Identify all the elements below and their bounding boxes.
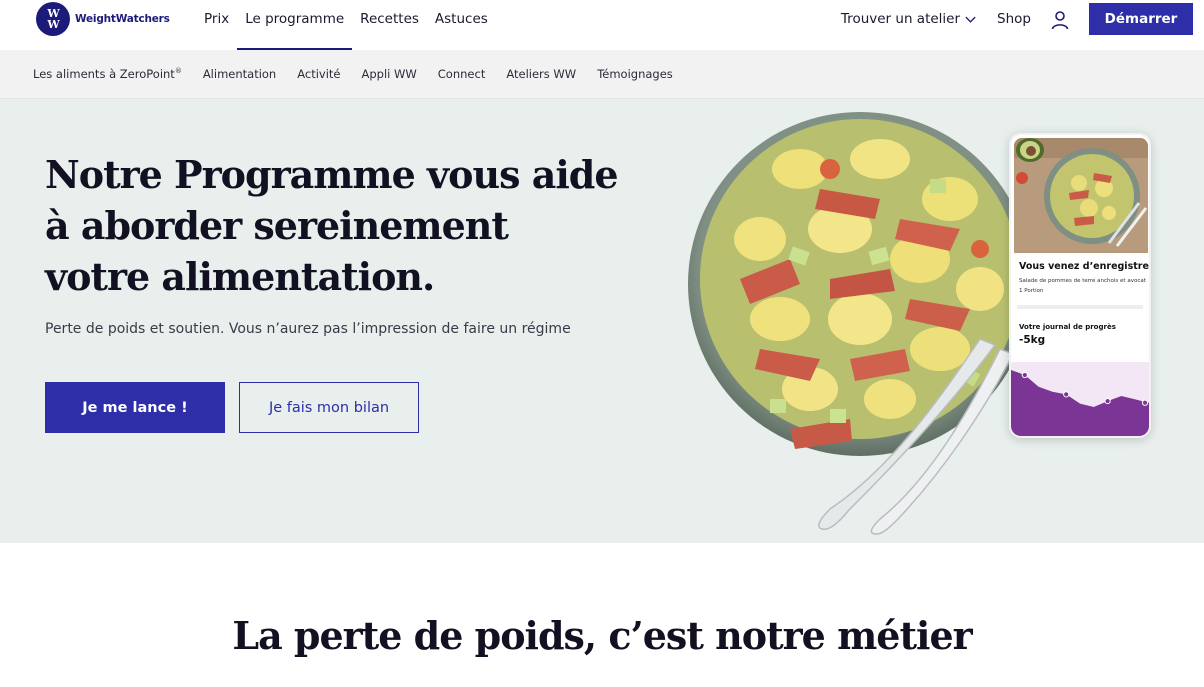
top-navigation: WW WeightWatchers Prix Le programme Rece… xyxy=(0,0,1204,50)
ww-logo-icon: WW xyxy=(36,2,70,36)
progress-point xyxy=(1063,391,1070,398)
section-title: La perte de poids, c’est notre métier xyxy=(232,613,972,658)
subnav-item-zeropoint[interactable]: Les aliments à ZeroPoint® xyxy=(33,67,182,81)
subnav-item-temoignages[interactable]: Témoignages xyxy=(597,67,673,81)
weightwatchers-logo[interactable]: WW WeightWatchers xyxy=(36,2,170,36)
subnav-item-appli-ww[interactable]: Appli WW xyxy=(362,67,417,81)
start-button[interactable]: Démarrer xyxy=(1089,3,1193,35)
nav-item-astuces[interactable]: Astuces xyxy=(427,0,496,50)
primary-nav: Prix Le programme Recettes Astuces xyxy=(196,0,496,50)
nav-item-recettes[interactable]: Recettes xyxy=(352,0,427,50)
progress-journal-label: Votre journal de progrès xyxy=(1019,323,1116,331)
subnav-item-activite[interactable]: Activité xyxy=(297,67,340,81)
subnav-item-alimentation[interactable]: Alimentation xyxy=(203,67,276,81)
brand-name: WeightWatchers xyxy=(75,13,170,25)
utility-nav: Trouver un atelier Shop Démarrer xyxy=(841,0,1204,50)
assessment-button[interactable]: Je fais mon bilan xyxy=(239,382,419,433)
nav-item-le-programme[interactable]: Le programme xyxy=(237,0,353,50)
subnav-item-connect[interactable]: Connect xyxy=(438,67,486,81)
get-started-button[interactable]: Je me lance ! xyxy=(45,382,225,433)
weight-progress-chart xyxy=(1011,362,1149,436)
hero-subtitle: Perte de poids et soutien. Vous n’aurez … xyxy=(45,321,571,337)
hero-title: Notre Programme vous aide à aborder sere… xyxy=(45,152,619,299)
find-workshop-label: Trouver un atelier xyxy=(840,11,961,27)
logged-meal-name: Salade de pommes de terre anchois et avo… xyxy=(1019,278,1146,284)
nav-item-prix[interactable]: Prix xyxy=(196,0,237,50)
shop-link[interactable]: Shop xyxy=(997,11,1031,27)
progress-journal-value: -5kg xyxy=(1019,334,1046,346)
progress-point xyxy=(1104,397,1111,405)
salad-bowl-image xyxy=(688,112,1032,535)
app-phone-mockup: Vous venez d’enregistrer Salade de pomme… xyxy=(1009,133,1151,438)
progress-point xyxy=(1141,399,1149,406)
find-workshop-dropdown[interactable]: Trouver un atelier xyxy=(841,11,977,27)
subnav-item-ateliers-ww[interactable]: Ateliers WW xyxy=(506,67,576,81)
progress-point xyxy=(1021,371,1028,379)
card-divider xyxy=(1017,305,1143,309)
logged-meal-title: Vous venez d’enregistrer xyxy=(1019,261,1151,272)
user-icon[interactable] xyxy=(1051,10,1069,30)
hero-section: Notre Programme vous aide à aborder sere… xyxy=(0,99,1204,543)
meal-photo xyxy=(1014,138,1148,253)
secondary-nav: Les aliments à ZeroPoint® Alimentation A… xyxy=(0,50,1204,99)
logged-meal-portion: 1 Portion xyxy=(1019,288,1044,294)
chevron-down-icon xyxy=(965,16,976,23)
